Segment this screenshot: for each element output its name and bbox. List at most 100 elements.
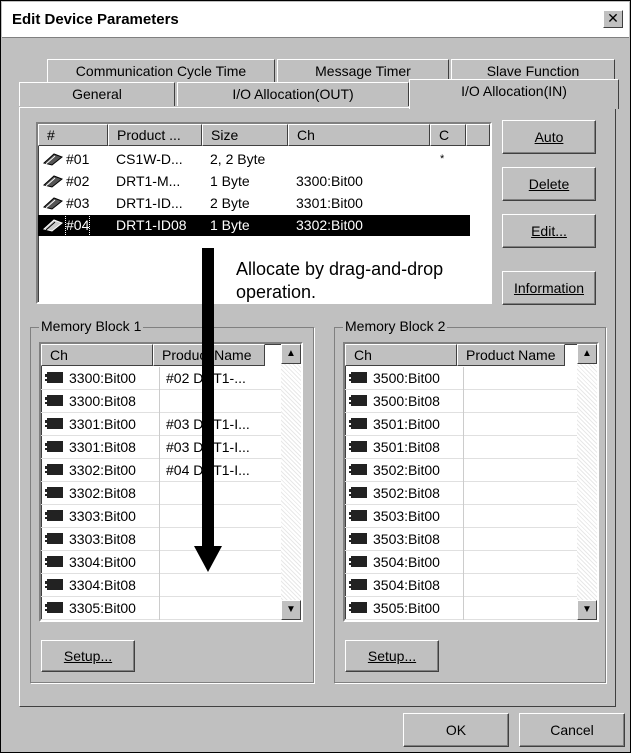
column-header-ch[interactable]: Ch xyxy=(41,344,153,366)
cell-product-name xyxy=(463,574,597,597)
cell-product-name xyxy=(463,436,597,459)
column-header-product[interactable]: Product ... xyxy=(108,124,202,146)
table-row[interactable]: 3504:Bit08 xyxy=(345,574,577,597)
memory-chip-icon xyxy=(349,510,367,521)
information-button-label: Information xyxy=(513,280,585,296)
annotation-line-2: operation. xyxy=(236,282,317,302)
table-row[interactable]: 3503:Bit00 xyxy=(345,505,577,528)
table-row[interactable]: 3504:Bit00 xyxy=(345,551,577,574)
device-number: #04 xyxy=(64,214,91,237)
auto-button[interactable]: Auto xyxy=(502,120,596,154)
device-product: DRT1-ID... xyxy=(116,195,183,211)
device-c: * xyxy=(440,153,445,165)
column-header-size[interactable]: Size xyxy=(202,124,288,146)
table-row[interactable]: 3304:Bit00 xyxy=(41,551,281,574)
memory-chip-icon xyxy=(349,556,367,567)
table-row[interactable]: 3302:Bit00 #04 DRT1-I... xyxy=(41,459,281,482)
device-icon xyxy=(42,175,63,188)
memory-chip-icon xyxy=(45,418,63,429)
ok-button[interactable]: OK xyxy=(403,713,509,747)
table-row[interactable]: 3502:Bit00 xyxy=(345,459,577,482)
list-item[interactable]: #02 DRT1-M... 1 Byte 3300:Bit00 xyxy=(38,171,490,192)
cell-ch: 3304:Bit08 xyxy=(69,577,136,593)
information-button[interactable]: Information xyxy=(502,271,596,305)
device-number: #02 xyxy=(66,173,90,189)
auto-button-label: Auto xyxy=(534,129,564,145)
annotation-text: Allocate by drag-and-drop operation. xyxy=(234,258,446,304)
memory-chip-icon xyxy=(349,533,367,544)
setup-button-block-2[interactable]: Setup... xyxy=(345,640,439,672)
setup-button-block-1[interactable]: Setup... xyxy=(41,640,135,672)
cell-product-name xyxy=(159,551,299,574)
table-row[interactable]: 3501:Bit00 xyxy=(345,413,577,436)
device-icon xyxy=(42,219,63,232)
table-row[interactable]: 3301:Bit00 #03 DRT1-I... xyxy=(41,413,281,436)
tab-panel-io-allocation-in: # Product ... Size Ch C #01 CS1W-D... 2,… xyxy=(19,107,616,707)
list-item[interactable]: #03 DRT1-ID... 2 Byte 3301:Bit00 xyxy=(38,193,490,214)
drag-arrow-shaft xyxy=(202,248,214,548)
cell-product-name xyxy=(463,551,597,574)
table-row[interactable]: 3502:Bit08 xyxy=(345,482,577,505)
memory-block-1-list[interactable]: Ch Product Name ▲ ▼ 3300:Bit00 #02 DRT1-.… xyxy=(39,342,303,622)
scroll-up-arrow[interactable]: ▲ xyxy=(281,344,301,364)
table-row[interactable]: 3501:Bit08 xyxy=(345,436,577,459)
cell-ch: 3301:Bit00 xyxy=(69,416,136,432)
tab-communication-cycle-time[interactable]: Communication Cycle Time xyxy=(47,59,275,83)
column-header-number[interactable]: # xyxy=(38,124,108,146)
table-row[interactable]: 3301:Bit08 #03 DRT1-I... xyxy=(41,436,281,459)
table-row[interactable]: 3303:Bit08 xyxy=(41,528,281,551)
cell-ch: 3501:Bit08 xyxy=(373,439,440,455)
delete-button[interactable]: Delete xyxy=(502,167,596,201)
memory-chip-icon xyxy=(45,510,63,521)
close-button[interactable]: ✕ xyxy=(603,10,623,28)
table-row[interactable]: 3303:Bit00 xyxy=(41,505,281,528)
table-row[interactable]: 3300:Bit00 #02 DRT1-... xyxy=(41,367,281,390)
annotation-line-1: Allocate by drag-and-drop xyxy=(236,259,444,279)
column-header-ch[interactable]: Ch xyxy=(345,344,457,366)
tab-io-allocation-in[interactable]: I/O Allocation(IN) xyxy=(409,79,619,109)
device-icon xyxy=(42,153,63,166)
device-ch: 3301:Bit00 xyxy=(296,195,363,211)
cell-ch: 3300:Bit00 xyxy=(69,370,136,386)
device-product: CS1W-D... xyxy=(116,151,183,167)
table-row[interactable]: 3305:Bit00 xyxy=(41,597,281,620)
tab-io-allocation-out[interactable]: I/O Allocation(OUT) xyxy=(177,82,409,106)
memory-block-2-list[interactable]: Ch Product Name ▲ ▼ 3500:Bit00 3500:Bit08… xyxy=(343,342,599,622)
tab-general[interactable]: General xyxy=(19,82,175,106)
cancel-button[interactable]: Cancel xyxy=(519,713,625,747)
column-header-ch[interactable]: Ch xyxy=(288,124,430,146)
device-number: #03 xyxy=(66,195,90,211)
table-row[interactable]: 3302:Bit08 xyxy=(41,482,281,505)
cell-ch: 3303:Bit00 xyxy=(69,508,136,524)
cell-ch: 3500:Bit08 xyxy=(373,393,440,409)
cell-product-name xyxy=(463,367,597,390)
list-item[interactable]: #01 CS1W-D... 2, 2 Byte * xyxy=(38,149,490,170)
table-row[interactable]: 3304:Bit08 xyxy=(41,574,281,597)
table-row[interactable]: 3500:Bit00 xyxy=(345,367,577,390)
cell-ch: 3505:Bit00 xyxy=(373,600,440,616)
device-ch: 3300:Bit00 xyxy=(296,173,363,189)
cell-product-name xyxy=(159,574,299,597)
memory-chip-icon xyxy=(349,579,367,590)
list-item-selected[interactable]: #04 DRT1-ID08 1 Byte 3302:Bit00 xyxy=(38,214,470,237)
edit-button[interactable]: Edit... xyxy=(502,214,596,248)
table-row[interactable]: 3300:Bit08 xyxy=(41,390,281,413)
cell-ch: 3302:Bit08 xyxy=(69,485,136,501)
column-header-product-name[interactable]: Product Name xyxy=(457,344,565,366)
cell-ch: 3503:Bit08 xyxy=(373,531,440,547)
table-row[interactable]: 3503:Bit08 xyxy=(345,528,577,551)
column-header-c[interactable]: C xyxy=(430,124,466,146)
window-title: Edit Device Parameters xyxy=(12,11,179,28)
device-number: #01 xyxy=(66,151,90,167)
cell-product-name xyxy=(159,390,299,413)
scroll-up-arrow[interactable]: ▲ xyxy=(577,344,597,364)
cell-ch: 3504:Bit08 xyxy=(373,577,440,593)
table-row[interactable]: 3505:Bit00 xyxy=(345,597,577,620)
cell-product-name xyxy=(159,528,299,551)
cell-product-name: #03 DRT1-I... xyxy=(159,436,299,459)
cell-ch: 3502:Bit08 xyxy=(373,485,440,501)
cell-ch: 3300:Bit08 xyxy=(69,393,136,409)
cell-ch: 3305:Bit00 xyxy=(69,600,136,616)
table-row[interactable]: 3500:Bit08 xyxy=(345,390,577,413)
delete-button-label: Delete xyxy=(528,176,570,192)
